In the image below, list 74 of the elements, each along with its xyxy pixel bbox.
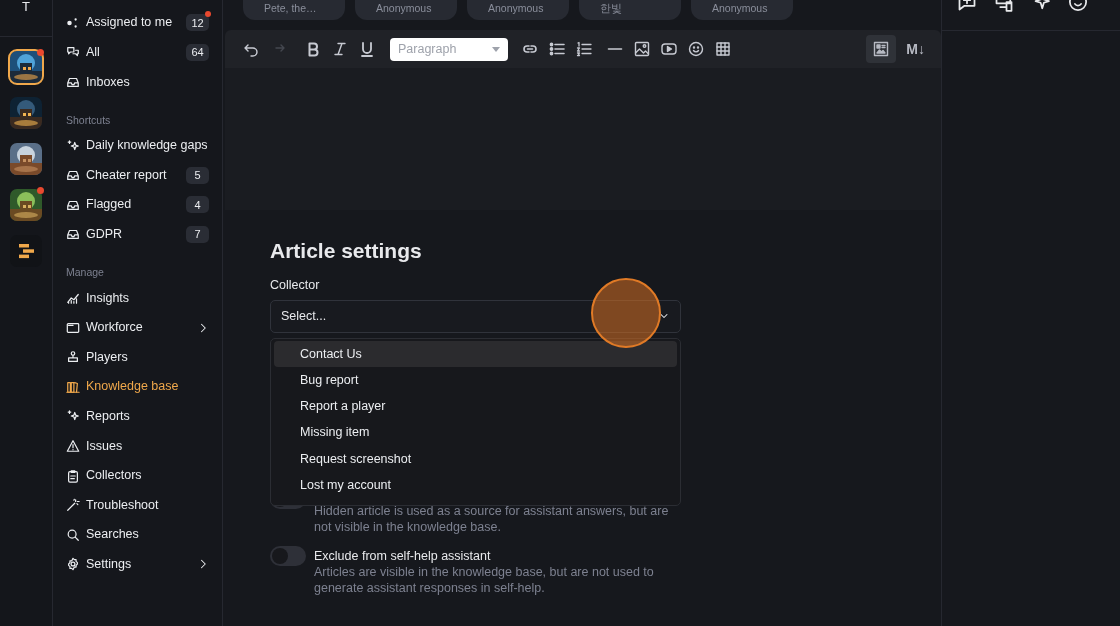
article-layout-icon bbox=[873, 41, 890, 57]
smiley-icon bbox=[687, 41, 704, 57]
markdown-mode-button[interactable]: M↓ bbox=[900, 35, 931, 63]
sidebar-item[interactable]: GDPR 7 bbox=[66, 219, 209, 250]
sidebar-item[interactable]: Cheater report 5 bbox=[66, 160, 209, 190]
menu-option[interactable]: Missing item bbox=[274, 419, 677, 446]
sidebar-item[interactable]: Insights bbox=[66, 283, 209, 313]
sidebar-item[interactable]: Assigned to me 12 bbox=[66, 8, 209, 38]
menu-option[interactable]: Lost my account bbox=[274, 472, 677, 499]
table-icon bbox=[714, 41, 731, 57]
sidebar-item[interactable]: Flagged 4 bbox=[66, 189, 209, 220]
workspace-avatar[interactable] bbox=[10, 143, 42, 175]
ticket-tab[interactable]: Pete, the… bbox=[243, 0, 345, 20]
sidebar-item[interactable]: Settings bbox=[66, 549, 209, 580]
sidebar-item[interactable]: Players bbox=[66, 342, 209, 372]
sidebar-item[interactable]: Collectors bbox=[66, 460, 209, 491]
workspace-avatar[interactable] bbox=[10, 235, 42, 267]
sidebar-item[interactable]: Issues bbox=[66, 431, 209, 461]
settings-icon bbox=[66, 557, 80, 572]
inbox-icon bbox=[66, 227, 80, 242]
sidebar-item[interactable]: Reports bbox=[66, 401, 209, 432]
sidebar-item[interactable]: Searches bbox=[66, 519, 209, 550]
field-label: Collector bbox=[270, 277, 321, 294]
toggle-label: Exclude from self-help assistant bbox=[314, 547, 492, 564]
underline-icon bbox=[358, 41, 375, 57]
sidebar-item[interactable]: Troubleshoot bbox=[66, 490, 209, 520]
section-title: Article settings bbox=[270, 238, 423, 264]
sidebar-item[interactable]: Workforce bbox=[66, 312, 209, 343]
section-heading: Manage bbox=[66, 265, 105, 281]
inbox-icon bbox=[66, 168, 80, 183]
menu-option[interactable]: Report a player bbox=[274, 393, 677, 420]
person-stamp-icon bbox=[66, 350, 80, 365]
menu-option[interactable]: Bug report bbox=[274, 367, 677, 394]
numbered-list-icon bbox=[575, 41, 592, 57]
bullet-list-icon bbox=[548, 41, 565, 57]
sparkle-icon bbox=[66, 138, 80, 153]
count-badge: 12 bbox=[186, 14, 209, 32]
menu-option[interactable]: Contact Us bbox=[274, 340, 677, 368]
section-heading: Shortcuts bbox=[66, 112, 112, 128]
ticket-tab[interactable]: Anonymous bbox=[467, 0, 569, 20]
sidebar-item[interactable]: Inboxes bbox=[66, 67, 209, 97]
sidebar-item[interactable]: All 64 bbox=[66, 37, 209, 68]
toggle-switch[interactable] bbox=[270, 545, 306, 566]
workspace-initial: T bbox=[22, 0, 30, 16]
count-badge: 4 bbox=[186, 196, 209, 214]
ticket-tab[interactable]: Anonymous bbox=[355, 0, 457, 20]
count-badge: 7 bbox=[186, 225, 209, 243]
window-icon bbox=[66, 320, 80, 335]
video-play-icon bbox=[660, 41, 677, 57]
collector-select[interactable]: Select... bbox=[270, 299, 681, 333]
menu-option[interactable]: Request screenshot bbox=[274, 445, 677, 473]
ticket-tab[interactable]: Anonymous bbox=[691, 0, 793, 20]
dots-icon bbox=[66, 15, 80, 30]
italic-icon bbox=[331, 41, 348, 57]
inbox-icon bbox=[66, 75, 80, 89]
search-icon bbox=[66, 527, 80, 542]
image-icon bbox=[633, 41, 650, 57]
books-icon bbox=[66, 379, 80, 394]
caret-icon bbox=[492, 46, 500, 52]
magic-wand-icon bbox=[66, 498, 80, 513]
workspace-avatar[interactable] bbox=[10, 97, 42, 129]
workspace-avatar[interactable] bbox=[10, 51, 42, 83]
warning-icon bbox=[66, 438, 80, 453]
sidebar-item[interactable]: Knowledge base bbox=[66, 371, 209, 402]
toggle-description: Hidden article is used as a source for assistant answers, but are not visible in the knowledge base. bbox=[314, 502, 670, 535]
clipboard-icon bbox=[66, 468, 80, 483]
toggle-description: Articles are visible in the knowledge base, but are not used to generate assistant responses in self-help. bbox=[314, 563, 655, 596]
horizontal-rule-icon bbox=[606, 48, 623, 50]
count-badge: 64 bbox=[186, 43, 209, 61]
sidebar-item[interactable]: Daily knowledge gaps bbox=[66, 130, 209, 161]
visual-mode-button[interactable] bbox=[866, 35, 897, 63]
count-badge: 5 bbox=[186, 166, 209, 184]
workspace-avatar[interactable] bbox=[10, 189, 42, 221]
ticket-tab[interactable]: 한빛 bbox=[579, 0, 681, 20]
